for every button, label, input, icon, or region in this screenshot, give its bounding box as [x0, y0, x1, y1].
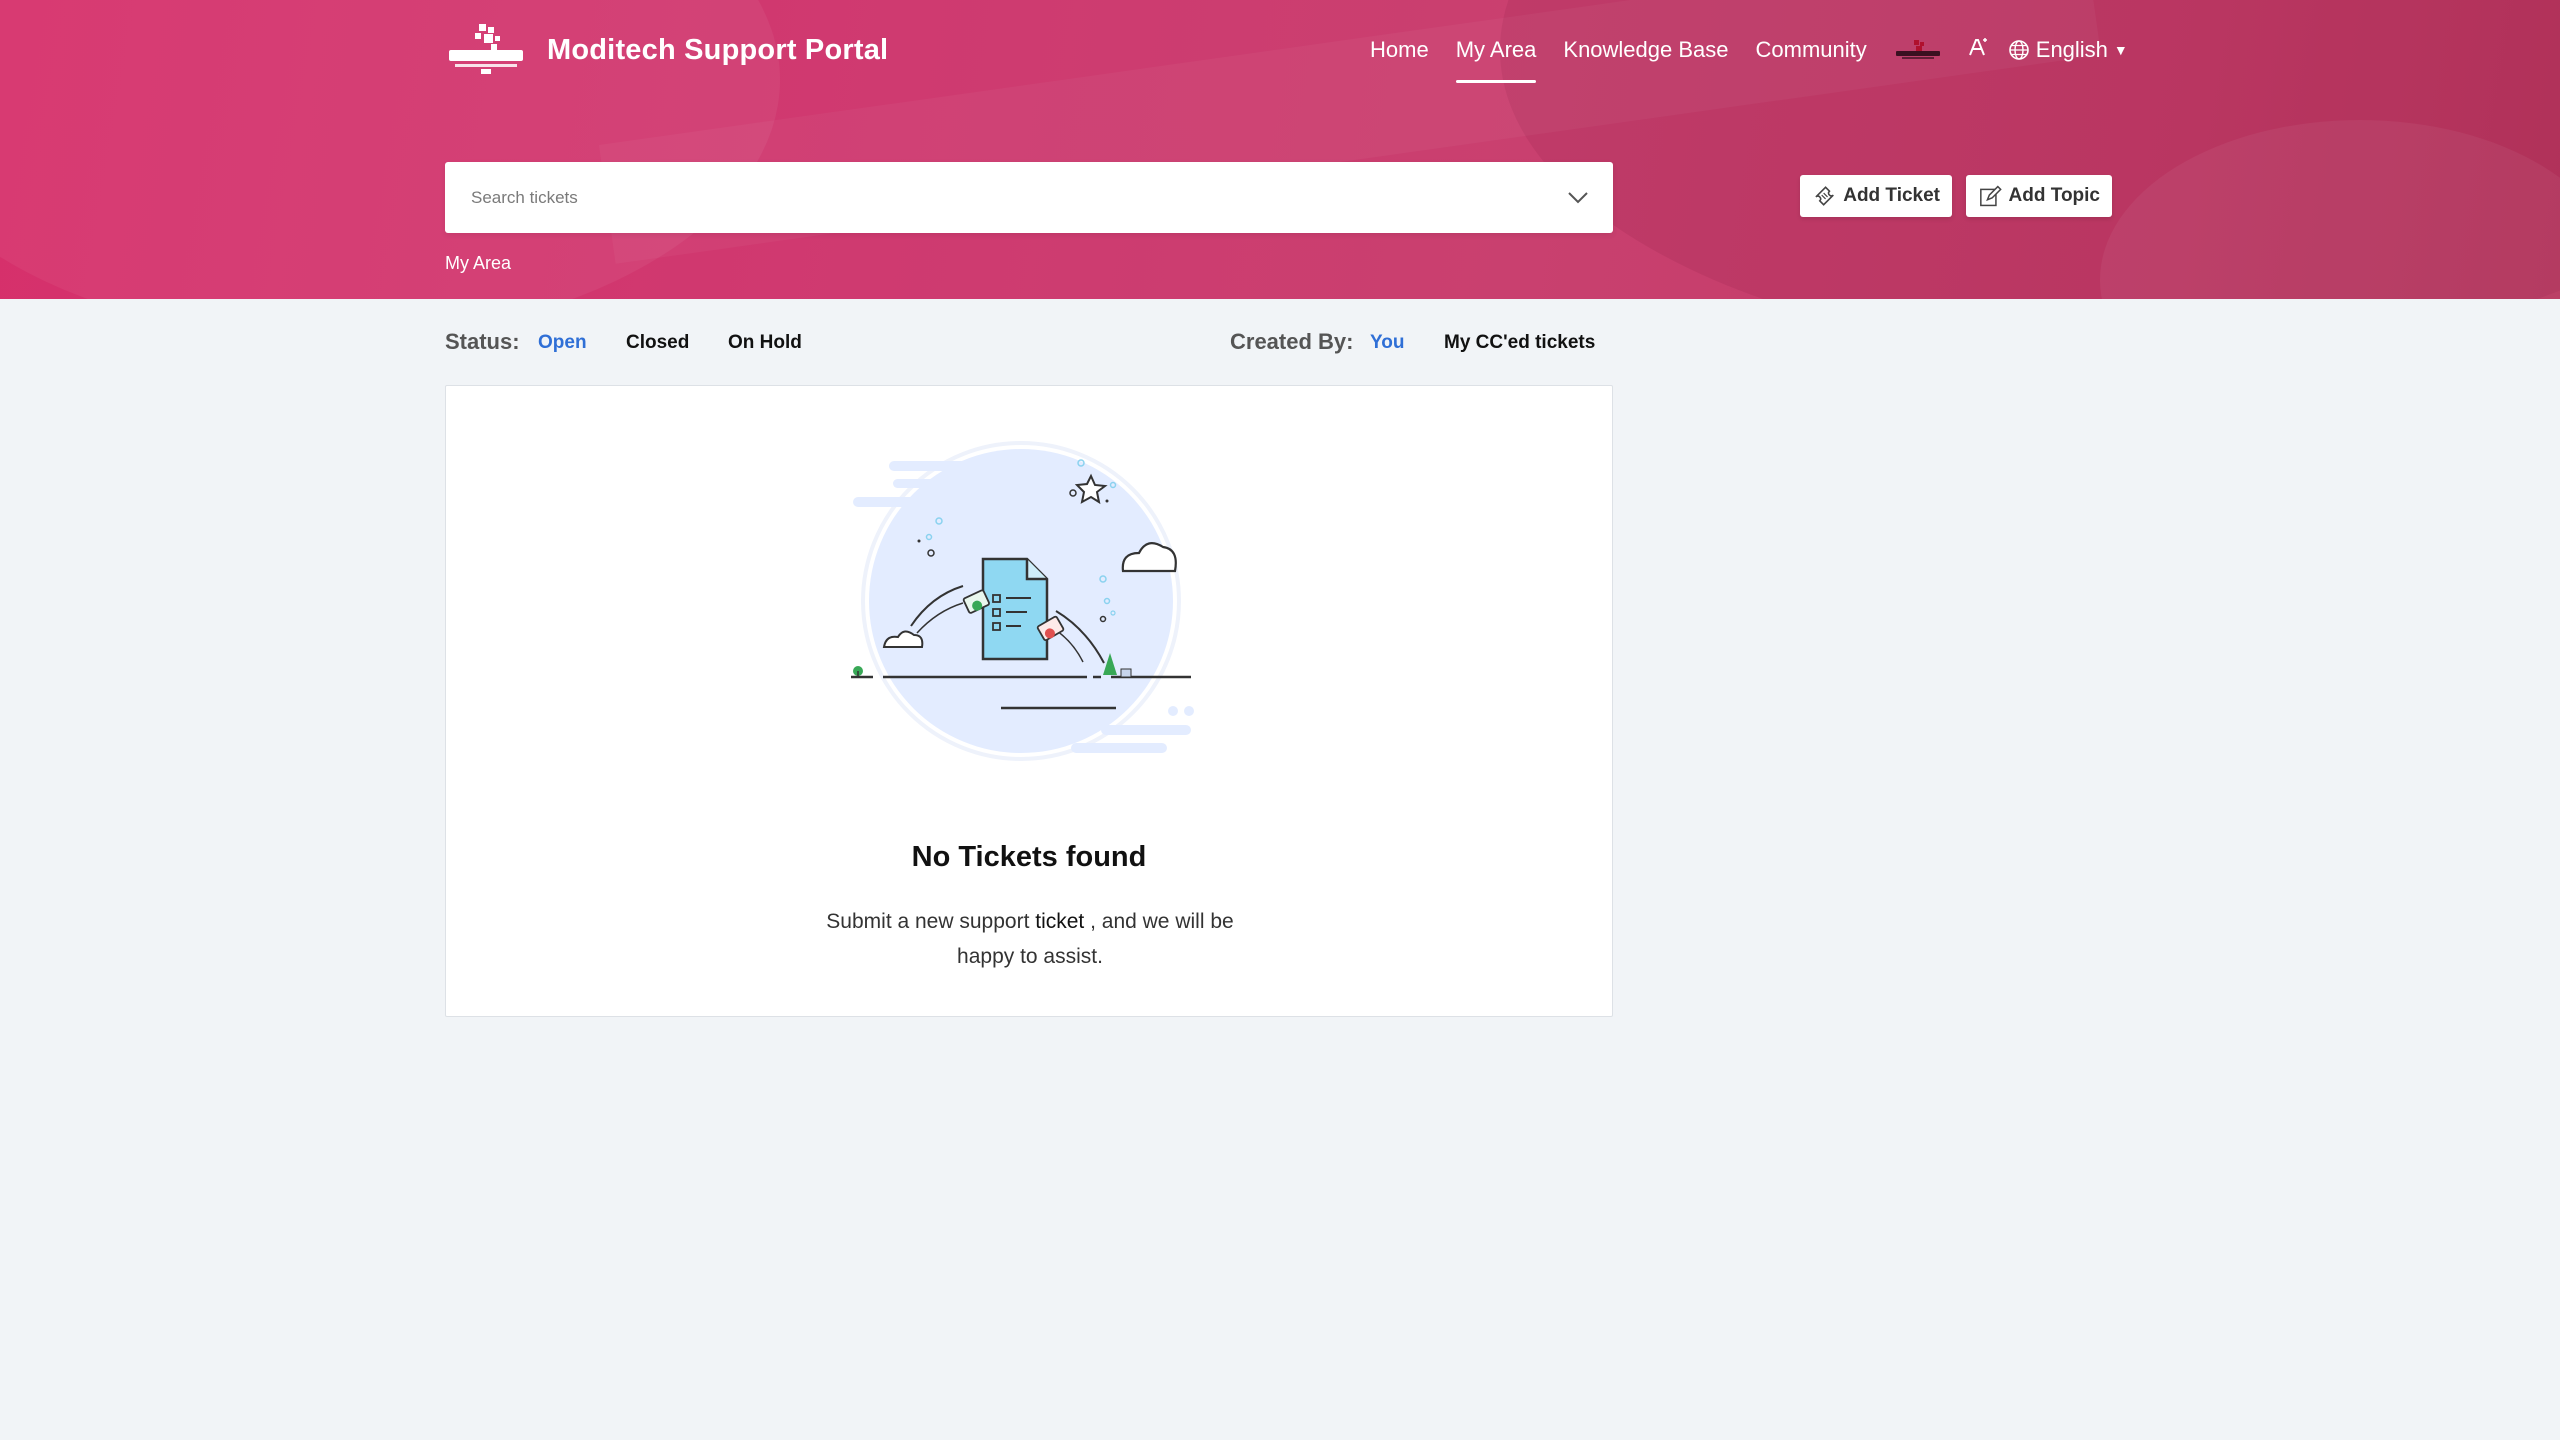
add-ticket-button[interactable]: Add Ticket	[1800, 175, 1952, 217]
chevron-down-icon: ▼	[2113, 42, 2128, 58]
ticket-filters: Status: Open Closed On Hold Created By: …	[445, 327, 1595, 357]
edit-icon	[1980, 185, 2002, 207]
language-label: English	[2035, 37, 2108, 62]
search-bar	[445, 162, 1613, 233]
status-on-hold[interactable]: On Hold	[728, 332, 802, 354]
globe-icon	[2008, 40, 2029, 60]
empty-state-message: Submit a new support ticket , and we wil…	[816, 904, 1244, 974]
nav-knowledge-base[interactable]: Knowledge Base	[1563, 37, 1728, 63]
nav-home[interactable]: Home	[1370, 37, 1429, 63]
ticket-icon	[1815, 186, 1834, 206]
status-closed[interactable]: Closed	[626, 332, 689, 354]
empty-state-title: No Tickets found	[911, 841, 1147, 873]
created-by-ccd[interactable]: My CC'ed tickets	[1444, 332, 1595, 354]
add-topic-button[interactable]: Add Topic	[1966, 175, 2112, 217]
empty-msg-before: Submit a new support	[826, 910, 1036, 933]
search-input[interactable]	[445, 162, 1543, 233]
created-by-label: Created By:	[1230, 329, 1354, 354]
breadcrumb[interactable]: My Area	[445, 253, 511, 274]
language-selector[interactable]: English ▼	[2008, 37, 2128, 63]
page: Moditech Support Portal Home My Area Kno…	[0, 0, 2560, 1440]
main-nav: Home My Area Knowledge Base Community En…	[1370, 30, 2128, 83]
add-ticket-label: Add Ticket	[1843, 185, 1940, 206]
search-dropdown-toggle[interactable]	[1543, 162, 1613, 233]
tickets-card: No Tickets found Submit a new support ti…	[445, 385, 1613, 1017]
moditech-logo	[445, 22, 527, 78]
add-topic-label: Add Topic	[2008, 185, 2100, 206]
brand-title: Moditech Support Portal	[547, 33, 889, 66]
nav-my-area[interactable]: My Area	[1455, 37, 1536, 83]
created-by-you[interactable]: You	[1370, 332, 1404, 354]
brand[interactable]: Moditech Support Portal	[445, 22, 888, 78]
hero-header: Moditech Support Portal Home My Area Kno…	[0, 0, 2560, 299]
empty-state-illustration	[851, 441, 1211, 771]
status-filter-label: Status:	[445, 329, 520, 354]
user-org-logo[interactable]	[1894, 38, 1942, 62]
font-size-icon[interactable]	[1968, 37, 1988, 63]
chevron-down-icon	[1568, 191, 1588, 203]
new-ticket-link[interactable]: ticket	[1035, 910, 1084, 933]
status-open[interactable]: Open	[538, 332, 587, 354]
nav-community[interactable]: Community	[1756, 37, 1867, 63]
